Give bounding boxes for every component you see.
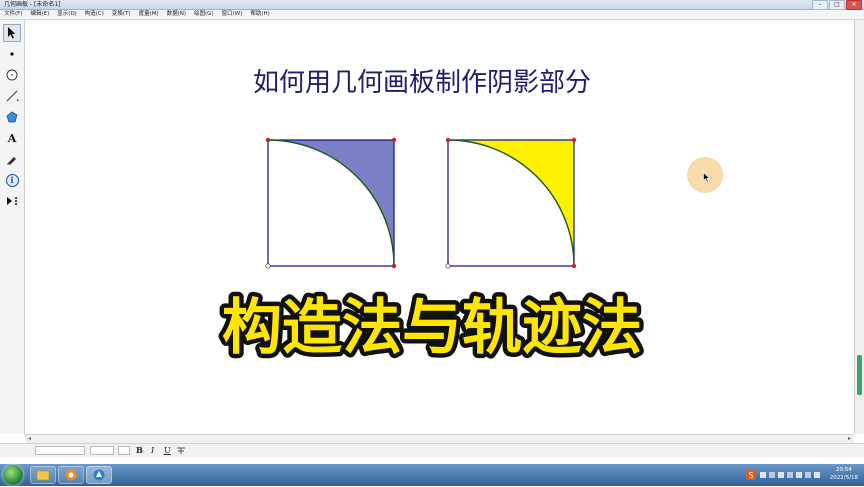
clock-time: 20:54 <box>835 467 852 473</box>
svg-text:S: S <box>748 471 753 480</box>
bold-button[interactable]: B <box>136 445 143 456</box>
menu-edit[interactable]: 编辑(E) <box>26 10 53 19</box>
vertical-scrollbar[interactable] <box>854 20 864 434</box>
vertex-point[interactable] <box>571 263 577 269</box>
marker-pen-icon <box>7 157 16 165</box>
horizontal-scrollbar[interactable]: ◂ ▸ <box>25 434 854 443</box>
title-bar: 几何画板 - [未命名1] – □ ✕ <box>0 0 864 10</box>
custom-tool-icon <box>7 197 17 205</box>
toolbox: A i <box>0 20 25 434</box>
point-icon <box>10 52 14 56</box>
text-tool[interactable]: A <box>3 129 21 147</box>
straightedge-tool[interactable] <box>3 87 21 105</box>
start-button-icon[interactable] <box>3 465 23 485</box>
input-method-icon[interactable]: S <box>746 470 756 480</box>
marker-tool[interactable] <box>3 150 21 168</box>
browser-icon <box>65 469 77 481</box>
figure-yellow <box>445 137 577 269</box>
compass-tool[interactable] <box>3 66 21 84</box>
custom-tool[interactable] <box>3 192 21 210</box>
italic-button[interactable]: I <box>151 445 154 456</box>
folder-icon <box>36 470 50 481</box>
information-icon: i <box>5 173 19 187</box>
menu-help[interactable]: 帮助(H) <box>246 10 273 19</box>
figure-blue <box>265 137 397 269</box>
scroll-left-icon[interactable]: ◂ <box>28 435 31 443</box>
menu-measure[interactable]: 度量(M) <box>135 10 163 19</box>
menu-display[interactable]: 显示(D) <box>53 10 81 19</box>
clock-date: 2022/5/18 <box>829 475 858 481</box>
explorer-taskbar-icon[interactable] <box>30 466 56 484</box>
caption-overlay: 构造法与轨迹法 <box>222 293 642 363</box>
close-button[interactable]: ✕ <box>846 0 862 10</box>
vertex-point[interactable] <box>571 137 577 143</box>
shaded-region-blue[interactable] <box>268 140 394 266</box>
scroll-thumb[interactable] <box>857 355 862 395</box>
menu-bar: 文件(F) 编辑(E) 显示(D) 构造(C) 变换(T) 度量(M) 数据(N… <box>0 10 864 20</box>
taskbar: S 20:54 2022/5/18 <box>0 464 864 486</box>
sketch-heading: 如何用几何画板制作阴影部分 <box>253 68 591 98</box>
mouse-pointer-icon <box>703 172 711 183</box>
window-title: 几何画板 - [未命名1] <box>4 1 61 8</box>
symbol-palette-icon[interactable] <box>176 446 186 455</box>
font-family-select[interactable] <box>35 446 85 455</box>
vertex-point[interactable] <box>445 263 451 269</box>
menu-construct[interactable]: 构造(C) <box>81 10 108 19</box>
maximize-button[interactable]: □ <box>829 0 845 10</box>
menu-file[interactable]: 文件(F) <box>0 10 26 19</box>
arrow-select-tool[interactable] <box>3 24 21 42</box>
system-clock[interactable]: 20:54 2022/5/18 <box>830 466 858 482</box>
shaded-region-yellow[interactable] <box>448 140 574 266</box>
sketch-drawing: 如何用几何画板制作阴影部分 构造法与轨迹法 <box>218 68 647 368</box>
browser-taskbar-icon[interactable] <box>58 466 84 484</box>
sketchpad-taskbar-icon[interactable] <box>86 466 112 484</box>
information-tool[interactable]: i <box>3 171 21 189</box>
text-color-swatch[interactable] <box>118 446 130 455</box>
vertex-point[interactable] <box>391 263 397 269</box>
underline-button[interactable]: U <box>164 445 171 456</box>
window-controls: – □ ✕ <box>812 0 862 10</box>
text-tool-icon: A <box>7 131 17 145</box>
straightedge-line-icon <box>6 90 19 102</box>
menu-window[interactable]: 窗口(W) <box>218 10 247 19</box>
sketchpad-app-icon <box>93 469 105 481</box>
menu-graph[interactable]: 绘图(G) <box>190 10 218 19</box>
vertex-point[interactable] <box>391 137 397 143</box>
polygon-icon <box>6 111 18 123</box>
vertex-point[interactable] <box>265 263 271 269</box>
sketch-canvas[interactable]: 如何用几何画板制作阴影部分 构造法与轨迹法 <box>25 20 853 434</box>
vertex-point[interactable] <box>445 137 451 143</box>
compass-circle-icon <box>6 69 18 81</box>
menu-data[interactable]: 数据(N) <box>163 10 190 19</box>
arrow-select-icon <box>8 27 16 39</box>
text-format-bar: B I U <box>0 443 864 457</box>
font-size-select[interactable] <box>90 446 114 455</box>
vertex-point[interactable] <box>265 137 271 143</box>
system-tray-icons[interactable] <box>760 471 830 479</box>
minimize-button[interactable]: – <box>812 0 828 10</box>
menu-transform[interactable]: 变换(T) <box>108 10 135 19</box>
polygon-tool[interactable] <box>3 108 21 126</box>
point-tool[interactable] <box>3 45 21 63</box>
scroll-right-icon[interactable]: ▸ <box>848 435 851 443</box>
